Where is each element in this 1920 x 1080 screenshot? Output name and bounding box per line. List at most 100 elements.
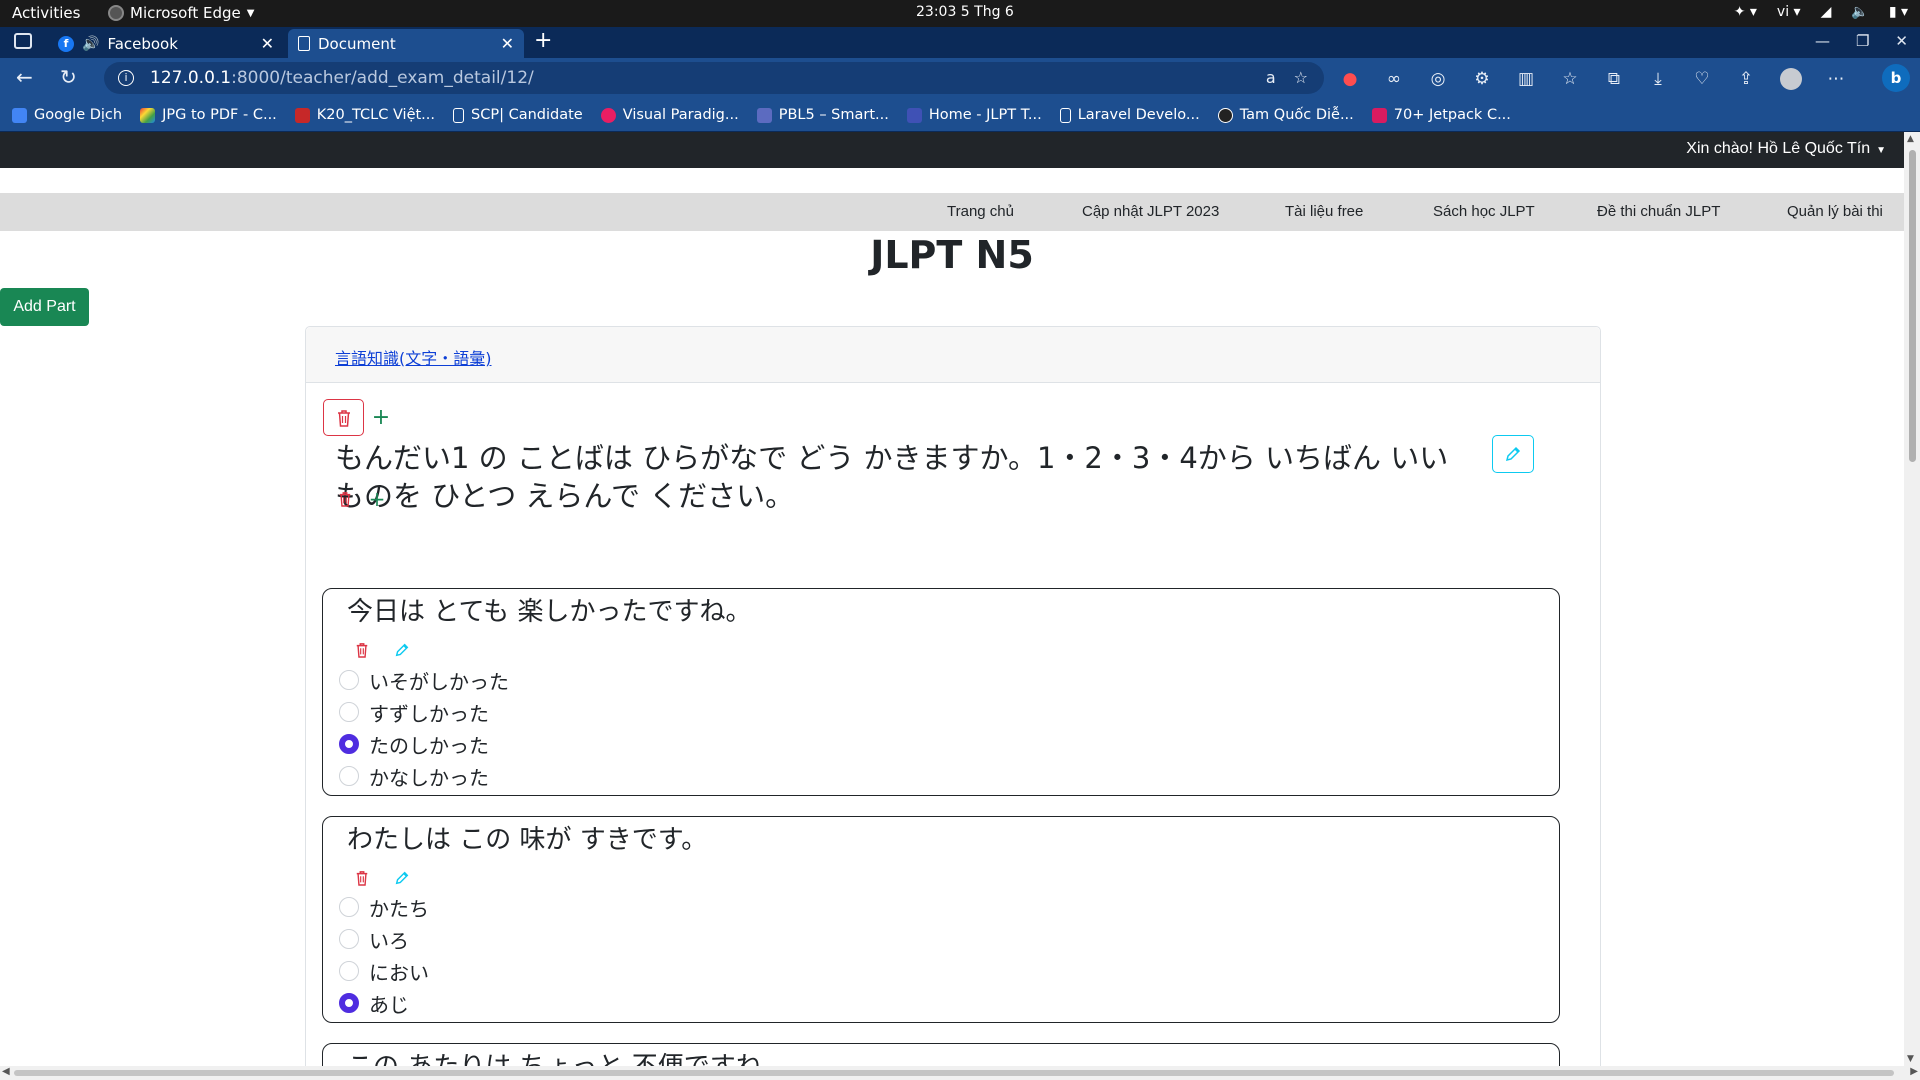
scroll-left-arrow-icon[interactable]: ◀ <box>2 1066 10 1077</box>
more-menu-icon[interactable]: ⋯ <box>1826 69 1846 89</box>
delete-question-button[interactable] <box>351 639 373 661</box>
radio-button-selected[interactable] <box>339 993 359 1013</box>
pbl5-icon <box>756 107 772 123</box>
add-question-button[interactable]: + <box>366 399 396 436</box>
browser-essentials-icon[interactable]: ♡ <box>1692 69 1712 89</box>
edit-part-button[interactable] <box>1492 435 1534 473</box>
radio-button[interactable] <box>339 929 359 949</box>
bookmark-item[interactable]: Laravel Develo... <box>1059 107 1200 123</box>
split-screen-icon[interactable]: ▥ <box>1516 69 1536 89</box>
radio-button-selected[interactable] <box>339 734 359 754</box>
close-icon[interactable]: ✕ <box>501 34 514 53</box>
url-host: 127.0.0.1 <box>150 68 232 88</box>
pencil-icon <box>1505 446 1521 462</box>
volume-icon[interactable]: 🔈 <box>1851 4 1868 20</box>
downloads-icon[interactable]: ⤓ <box>1648 69 1668 89</box>
trash-icon <box>356 643 368 658</box>
scroll-down-arrow-icon[interactable]: ▼ <box>1907 1054 1914 1064</box>
system-tray[interactable]: ✦ ▾ vi ▾ ◢ 🔈 ▮ ▾ <box>1734 4 1908 20</box>
favorite-star-icon[interactable]: ☆ <box>1294 68 1308 87</box>
read-aloud-icon[interactable]: a <box>1266 68 1276 87</box>
answer-option[interactable]: すずしかった <box>339 700 489 726</box>
accessibility-icon[interactable]: ✦ ▾ <box>1734 4 1757 20</box>
network-icon[interactable]: ◢ <box>1821 4 1832 20</box>
answer-option[interactable]: いろ <box>339 927 409 953</box>
nav-free-docs[interactable]: Tài liệu free <box>1285 203 1363 220</box>
back-arrow-icon[interactable]: ← <box>16 65 33 89</box>
add-option-button[interactable]: + <box>366 487 388 511</box>
nav-manage-exams[interactable]: Quản lý bài thi <box>1787 203 1883 220</box>
section-link[interactable]: 言語知識(文字・語彙) <box>335 345 492 369</box>
extensions-puzzle-icon[interactable]: ⚙ <box>1472 69 1492 89</box>
bookmark-item[interactable]: Tam Quốc Diễ... <box>1217 107 1354 123</box>
horizontal-scrollbar[interactable]: ◀ ▶ <box>0 1066 1920 1080</box>
nav-exams[interactable]: Đề thi chuẩn JLPT <box>1597 203 1720 220</box>
bookmark-item[interactable]: Home - JLPT T... <box>906 107 1042 123</box>
restore-icon[interactable]: ❐ <box>1856 32 1869 50</box>
edit-question-button[interactable] <box>391 867 413 889</box>
bookmark-item[interactable]: 70+ Jetpack C... <box>1371 107 1511 123</box>
bookmark-item[interactable]: PBL5 – Smart... <box>756 107 889 123</box>
language-indicator[interactable]: vi ▾ <box>1777 4 1801 20</box>
new-tab-plus-icon[interactable]: + <box>534 28 552 53</box>
bing-copilot-icon[interactable]: b <box>1882 64 1910 92</box>
clock[interactable]: 23:03 5 Thg 6 <box>916 4 1014 20</box>
delete-group-button[interactable] <box>334 488 356 510</box>
speaker-icon[interactable]: 🔊 <box>82 36 99 52</box>
nav-home[interactable]: Trang chủ <box>947 203 1014 220</box>
address-bar[interactable]: i 127.0.0.1:8000/teacher/add_exam_detail… <box>104 62 1324 94</box>
user-menu[interactable]: Xin chào! Hồ Lê Quốc Tín ▼ <box>1686 140 1886 158</box>
scroll-right-arrow-icon[interactable]: ▶ <box>1910 1066 1918 1077</box>
close-icon[interactable]: ✕ <box>261 34 274 53</box>
delete-question-button[interactable] <box>351 867 373 889</box>
nav-books[interactable]: Sách học JLPT <box>1433 203 1535 220</box>
answer-option[interactable]: あじ <box>339 991 409 1017</box>
radio-button[interactable] <box>339 766 359 786</box>
share-icon[interactable]: ⇪ <box>1736 69 1756 89</box>
question-text: この あたりは ちょっと 不便ですね。 <box>347 1046 788 1066</box>
bookmark-item[interactable]: K20_TCLC Việt... <box>294 107 435 123</box>
extension-icon[interactable]: ● <box>1340 69 1360 89</box>
profile-avatar[interactable] <box>1780 68 1802 90</box>
tab-document[interactable]: Document ✕ <box>288 29 524 58</box>
answer-option[interactable]: いそがしかった <box>339 668 509 694</box>
scroll-up-arrow-icon[interactable]: ▲ <box>1907 134 1914 144</box>
activities-button[interactable]: Activities <box>12 4 80 22</box>
nav-jlpt-update[interactable]: Cập nhật JLPT 2023 <box>1082 203 1219 220</box>
radio-button[interactable] <box>339 897 359 917</box>
radio-button[interactable] <box>339 961 359 981</box>
vertical-scrollbar[interactable]: ▲ ▼ <box>1904 132 1920 1066</box>
tab-actions-icon[interactable] <box>14 33 32 49</box>
answer-option[interactable]: かたち <box>339 895 429 921</box>
scrollbar-thumb[interactable] <box>1909 150 1916 462</box>
bookmark-item[interactable]: Visual Paradig... <box>600 107 739 123</box>
app-menu[interactable]: Microsoft Edge ▼ <box>108 4 254 22</box>
answer-option[interactable]: かなしかった <box>339 764 489 790</box>
add-part-button[interactable]: Add Part <box>0 288 89 326</box>
answer-option[interactable]: たのしかった <box>339 732 489 758</box>
page-icon <box>453 107 465 123</box>
favorites-icon[interactable]: ☆ <box>1560 69 1580 89</box>
info-icon[interactable]: i <box>118 70 134 86</box>
radio-button[interactable] <box>339 702 359 722</box>
glasses-extension-icon[interactable]: ∞ <box>1384 69 1404 89</box>
radio-button[interactable] <box>339 670 359 690</box>
close-window-icon[interactable]: ✕ <box>1895 32 1908 50</box>
delete-part-button[interactable] <box>323 399 364 436</box>
answer-option[interactable]: におい <box>339 959 429 985</box>
question-box: この あたりは ちょっと 不便ですね。 <box>322 1043 1560 1066</box>
target-extension-icon[interactable]: ◎ <box>1428 69 1448 89</box>
bookmark-item[interactable]: Google Dịch <box>12 107 122 123</box>
tab-label: Facebook <box>107 34 178 53</box>
site-nav: Trang chủ Cập nhật JLPT 2023 Tài liệu fr… <box>0 193 1904 231</box>
battery-icon[interactable]: ▮ ▾ <box>1889 4 1908 20</box>
refresh-icon[interactable]: ↻ <box>60 65 77 89</box>
bookmark-item[interactable]: JPG to PDF - C... <box>140 107 277 123</box>
collections-icon[interactable]: ⧉ <box>1604 69 1624 89</box>
scrollbar-thumb[interactable] <box>14 1070 1894 1076</box>
minimize-icon[interactable]: — <box>1815 32 1830 50</box>
page-title: JLPT N5 <box>870 233 1034 277</box>
edit-question-button[interactable] <box>391 639 413 661</box>
tab-facebook[interactable]: f 🔊 Facebook ✕ <box>48 29 284 58</box>
bookmark-item[interactable]: SCP| Candidate <box>453 107 583 123</box>
